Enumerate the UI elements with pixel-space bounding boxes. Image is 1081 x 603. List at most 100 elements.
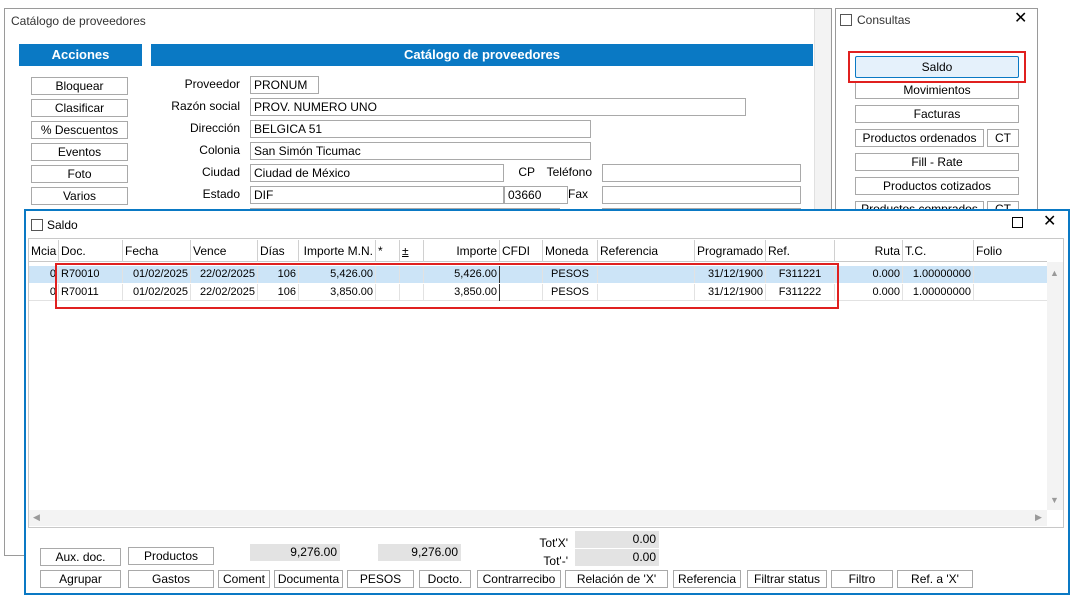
catalogo-header: Catálogo de proveedores bbox=[151, 44, 813, 66]
table-row[interactable]: 0 R70011 01/02/2025 22/02/2025 106 3,850… bbox=[29, 284, 1047, 301]
direccion-label: Dirección bbox=[189, 121, 240, 135]
maximize-icon[interactable] bbox=[1012, 217, 1023, 228]
facturas-button[interactable]: Facturas bbox=[855, 105, 1019, 123]
pesos-button[interactable]: PESOS bbox=[347, 570, 414, 588]
col-mcia[interactable]: Mcia bbox=[29, 240, 59, 262]
cell-moneda: PESOS bbox=[543, 266, 598, 283]
documenta-button[interactable]: Documenta bbox=[274, 570, 343, 588]
col-referencia[interactable]: Referencia bbox=[598, 240, 695, 262]
fax-field[interactable] bbox=[602, 186, 801, 204]
col-tc[interactable]: T.C. bbox=[903, 240, 974, 262]
varios-button[interactable]: Varios bbox=[31, 187, 128, 205]
bloquear-button[interactable]: Bloquear bbox=[31, 77, 128, 95]
total-importe-field: 9,276.00 bbox=[378, 544, 461, 561]
horizontal-scrollbar[interactable] bbox=[29, 510, 1047, 526]
proveedor-field[interactable]: PRONUM bbox=[250, 76, 319, 94]
productos-button[interactable]: Productos bbox=[128, 547, 214, 565]
foto-button[interactable]: Foto bbox=[31, 165, 128, 183]
cell-star bbox=[376, 266, 400, 283]
window-icon bbox=[840, 14, 852, 26]
relacion-x-button[interactable]: Relación de 'X' bbox=[565, 570, 668, 588]
estado-field[interactable]: DIF bbox=[250, 186, 504, 204]
tot-minus-field: 0.00 bbox=[575, 549, 659, 566]
fill-rate-button[interactable]: Fill - Rate bbox=[855, 153, 1019, 171]
cell-doc: R70010 bbox=[59, 266, 123, 283]
ct-button-1[interactable]: CT bbox=[987, 129, 1019, 147]
scroll-up-icon[interactable]: ▲ bbox=[1050, 268, 1059, 278]
cell-ref: F311222 bbox=[766, 284, 835, 301]
col-ref[interactable]: Ref. bbox=[766, 240, 835, 262]
catalog-window-title: Catálogo de proveedores bbox=[11, 14, 146, 28]
cell-dias: 106 bbox=[258, 284, 299, 301]
col-doc[interactable]: Doc. bbox=[59, 240, 123, 262]
col-vence[interactable]: Vence bbox=[191, 240, 258, 262]
telefono-label: Teléfono bbox=[546, 165, 592, 179]
movimientos-button[interactable]: Movimientos bbox=[855, 81, 1019, 99]
cell-programado: 31/12/1900 bbox=[695, 284, 766, 301]
cell-importe-mn: 5,426.00 bbox=[299, 266, 376, 283]
cp-field[interactable]: 03660 bbox=[504, 186, 568, 204]
close-icon[interactable]: ✕ bbox=[1014, 10, 1027, 28]
scroll-left-icon[interactable]: ◀ bbox=[33, 512, 40, 523]
cell-ref: F311221 bbox=[766, 266, 835, 283]
contrarrecibo-button[interactable]: Contrarrecibo bbox=[477, 570, 561, 588]
eventos-button[interactable]: Eventos bbox=[31, 143, 128, 161]
filtrar-status-button[interactable]: Filtrar status bbox=[747, 570, 827, 588]
col-fecha[interactable]: Fecha bbox=[123, 240, 191, 262]
cell-importe: 5,426.00 bbox=[424, 266, 500, 283]
scroll-right-icon[interactable]: ▶ bbox=[1035, 512, 1042, 523]
docto-button[interactable]: Docto. bbox=[419, 570, 471, 588]
telefono-field[interactable] bbox=[602, 164, 801, 182]
aux-doc-button[interactable]: Aux. doc. bbox=[40, 548, 121, 566]
col-importe[interactable]: Importe bbox=[424, 240, 500, 262]
saldo-button[interactable]: Saldo bbox=[855, 56, 1019, 78]
col-programado[interactable]: Programado bbox=[695, 240, 766, 262]
filtro-button[interactable]: Filtro bbox=[831, 570, 893, 588]
razon-social-field[interactable]: PROV. NUMERO UNO bbox=[250, 98, 746, 116]
cell-importe: 3,850.00 bbox=[424, 284, 500, 301]
agrupar-button[interactable]: Agrupar bbox=[40, 570, 121, 588]
cell-star bbox=[376, 284, 400, 301]
descuentos-button[interactable]: % Descuentos bbox=[31, 121, 128, 139]
col-importe-mn[interactable]: Importe M.N. bbox=[299, 240, 376, 262]
cell-fecha: 01/02/2025 bbox=[123, 284, 191, 301]
cell-importe-mn: 3,850.00 bbox=[299, 284, 376, 301]
window-icon bbox=[31, 219, 43, 231]
tot-x-field: 0.00 bbox=[575, 531, 659, 548]
estado-label: Estado bbox=[202, 187, 240, 201]
cell-vence: 22/02/2025 bbox=[191, 266, 258, 283]
col-ruta[interactable]: Ruta bbox=[835, 240, 903, 262]
colonia-field[interactable]: San Simón Ticumac bbox=[250, 142, 591, 160]
productos-cotizados-button[interactable]: Productos cotizados bbox=[855, 177, 1019, 195]
vertical-scrollbar[interactable] bbox=[1047, 262, 1063, 510]
cell-tc: 1.00000000 bbox=[903, 284, 974, 301]
table-row[interactable]: 0 R70010 01/02/2025 22/02/2025 106 5,426… bbox=[29, 266, 1047, 283]
cell-mcia: 0 bbox=[29, 284, 59, 301]
productos-ordenados-button[interactable]: Productos ordenados bbox=[855, 129, 984, 147]
gastos-button[interactable]: Gastos bbox=[128, 570, 214, 588]
close-icon[interactable]: ✕ bbox=[1043, 213, 1056, 231]
direccion-field[interactable]: BELGICA 51 bbox=[250, 120, 591, 138]
cell-referencia bbox=[598, 284, 695, 301]
col-folio[interactable]: Folio bbox=[974, 240, 1047, 262]
col-dias[interactable]: Días bbox=[258, 240, 299, 262]
scroll-down-icon[interactable]: ▼ bbox=[1050, 495, 1059, 505]
proveedor-label: Proveedor bbox=[184, 77, 240, 91]
col-moneda[interactable]: Moneda bbox=[543, 240, 598, 262]
coment-button[interactable]: Coment bbox=[218, 570, 270, 588]
col-star[interactable]: * bbox=[376, 240, 400, 262]
cell-plus-minus bbox=[400, 266, 424, 283]
tot-minus-label: Tot'-' bbox=[543, 554, 568, 568]
col-plus-minus[interactable]: ± bbox=[400, 240, 424, 262]
cell-dias: 106 bbox=[258, 266, 299, 283]
consultas-window-title: Consultas bbox=[857, 13, 911, 27]
referencia-button[interactable]: Referencia bbox=[673, 570, 741, 588]
col-cfdi[interactable]: CFDI bbox=[500, 240, 543, 262]
cell-folio bbox=[974, 266, 1047, 283]
cell-doc: R70011 bbox=[59, 284, 123, 301]
razon-social-label: Razón social bbox=[171, 99, 240, 113]
ref-a-x-button[interactable]: Ref. a 'X' bbox=[897, 570, 973, 588]
ciudad-field[interactable]: Ciudad de México bbox=[250, 164, 504, 182]
clasificar-button[interactable]: Clasificar bbox=[31, 99, 128, 117]
cell-ruta: 0.000 bbox=[835, 284, 903, 301]
